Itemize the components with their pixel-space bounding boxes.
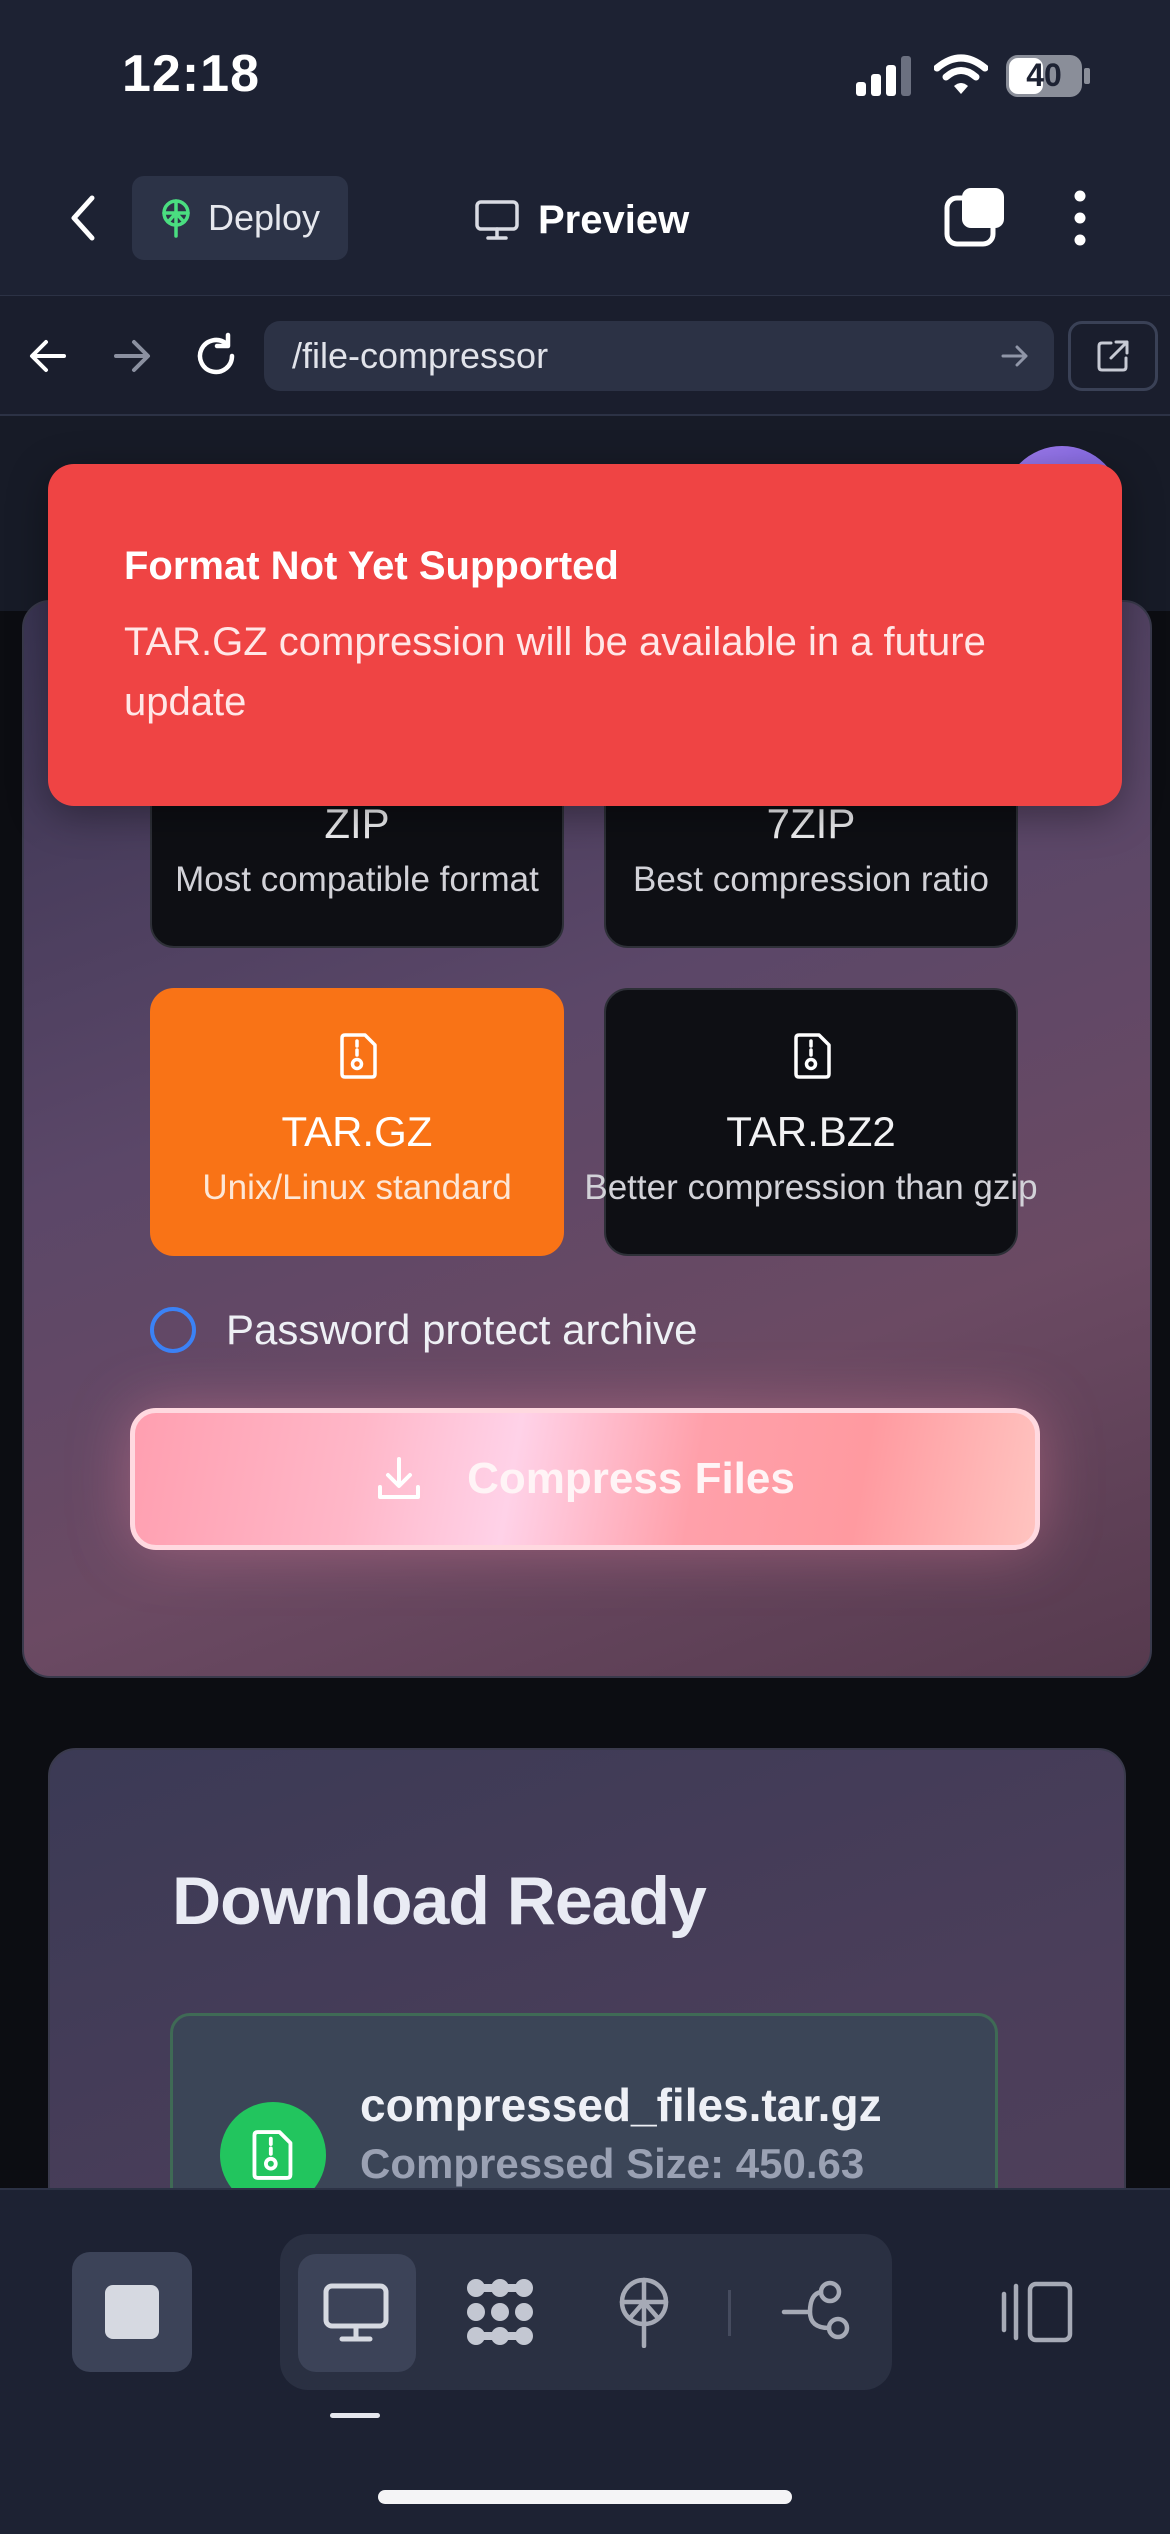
back-arrow-icon[interactable] xyxy=(28,336,68,381)
forward-arrow-icon[interactable] xyxy=(112,336,152,381)
deploy-button[interactable]: Deploy xyxy=(132,176,348,260)
external-link-icon xyxy=(1095,338,1131,374)
download-file-size: Compressed Size: 450.63 xyxy=(360,2140,865,2187)
more-vertical-icon[interactable] xyxy=(1068,188,1092,253)
active-tab-indicator xyxy=(330,2413,380,2418)
back-chevron-icon[interactable] xyxy=(66,190,100,251)
status-time: 12:18 xyxy=(122,45,260,103)
grid-icon[interactable] xyxy=(462,2274,538,2350)
download-icon xyxy=(375,1455,423,1503)
battery-icon: 40 xyxy=(1006,55,1090,97)
format-option-targz[interactable]: TAR.GZ Unix/Linux standard xyxy=(150,988,564,1256)
format-desc: Best compression ratio xyxy=(633,860,989,899)
password-option[interactable]: Password protect archive xyxy=(150,1306,698,1354)
compress-button[interactable]: Compress Files xyxy=(130,1408,1040,1550)
tabs-icon[interactable] xyxy=(944,186,1006,253)
monitor-icon xyxy=(474,199,520,241)
format-name: ZIP xyxy=(324,800,390,847)
format-desc: Better compression than gzip xyxy=(584,1168,1038,1207)
panel-icon[interactable] xyxy=(1000,2280,1074,2344)
deploy-label: Deploy xyxy=(208,197,321,238)
download-file-name: compressed_files.tar.gz xyxy=(360,2079,882,2131)
home-indicator xyxy=(378,2490,792,2504)
format-name: TAR.GZ xyxy=(281,1108,433,1155)
preview-tab[interactable]: Preview xyxy=(474,190,689,250)
format-name: 7ZIP xyxy=(766,800,856,847)
stop-icon xyxy=(105,2285,159,2339)
file-archive-icon xyxy=(337,1032,381,1085)
download-title: Download Ready xyxy=(172,1863,707,1939)
reload-icon[interactable] xyxy=(192,332,240,385)
workflow-icon[interactable] xyxy=(780,2280,852,2344)
password-label: Password protect archive xyxy=(226,1306,698,1353)
wifi-icon xyxy=(933,54,989,101)
preview-label: Preview xyxy=(538,197,690,242)
antenna-icon[interactable] xyxy=(612,2276,676,2348)
stop-button[interactable] xyxy=(72,2252,192,2372)
toast-message: TAR.GZ compression will be available in … xyxy=(124,620,986,724)
toast-title: Format Not Yet Supported xyxy=(124,544,619,588)
toolbar-divider xyxy=(728,2290,731,2336)
file-archive-icon xyxy=(791,1032,835,1085)
format-option-tarbz2[interactable]: TAR.BZ2 Better compression than gzip xyxy=(584,988,1038,1256)
url-field[interactable]: /file-compressor xyxy=(264,321,1054,391)
compress-label: Compress Files xyxy=(467,1454,795,1503)
signal-icon xyxy=(856,56,914,101)
go-arrow-icon[interactable] xyxy=(1000,341,1030,371)
deploy-icon xyxy=(156,198,196,238)
monitor-icon xyxy=(322,2282,390,2344)
format-name: TAR.BZ2 xyxy=(726,1108,896,1155)
url-text: /file-compressor xyxy=(292,335,549,376)
external-link-button[interactable] xyxy=(1068,321,1158,391)
battery-level: 40 xyxy=(1026,57,1062,93)
password-radio[interactable] xyxy=(150,1307,196,1353)
